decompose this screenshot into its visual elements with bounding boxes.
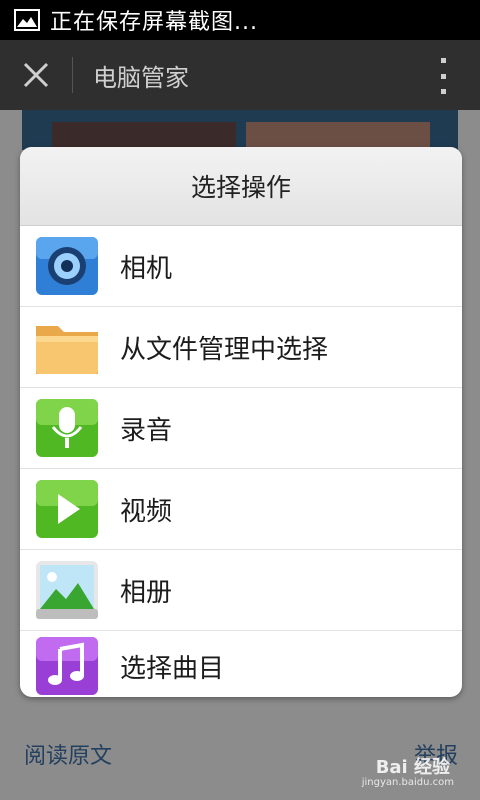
option-choose-track[interactable]: 选择曲目 xyxy=(20,631,462,697)
page-title: 电脑管家 xyxy=(93,63,189,92)
option-video[interactable]: 视频 xyxy=(20,469,462,550)
article-footer: 阅读原文 举报 Bai 经验 jingyan.baidu.com xyxy=(0,715,480,800)
option-camera[interactable]: 相机 xyxy=(20,226,462,307)
gallery-icon xyxy=(36,561,98,619)
choose-action-dialog: 选择操作 相机 从文件管理中选择 录音 视频 相册 选择曲目 xyxy=(20,147,462,697)
music-note-icon xyxy=(36,637,98,695)
option-label: 视频 xyxy=(120,496,173,527)
camera-icon xyxy=(36,237,98,295)
option-label: 相册 xyxy=(120,577,173,608)
menu-dot-icon xyxy=(440,58,446,63)
menu-dot-icon xyxy=(440,89,446,94)
close-icon xyxy=(23,62,49,88)
baidu-watermark-url: jingyan.baidu.com xyxy=(361,777,454,788)
option-gallery[interactable]: 相册 xyxy=(20,550,462,631)
close-button[interactable] xyxy=(0,40,72,110)
status-bar: 正在保存屏幕截图... xyxy=(0,0,480,40)
option-label: 选择曲目 xyxy=(120,653,225,684)
option-list: 相机 从文件管理中选择 录音 视频 相册 选择曲目 xyxy=(20,226,462,697)
header-divider xyxy=(72,57,73,93)
screenshot-image-icon xyxy=(14,9,40,31)
option-record-audio[interactable]: 录音 xyxy=(20,388,462,469)
menu-dot-icon xyxy=(440,73,446,79)
status-text: 正在保存屏幕截图... xyxy=(50,10,258,35)
option-file-manager[interactable]: 从文件管理中选择 xyxy=(20,307,462,388)
read-original-link[interactable]: 阅读原文 xyxy=(24,738,112,770)
dialog-title: 选择操作 xyxy=(190,173,291,202)
video-play-icon xyxy=(36,480,98,538)
folder-icon xyxy=(36,326,98,374)
option-label: 相机 xyxy=(120,253,173,284)
option-label: 从文件管理中选择 xyxy=(120,334,329,365)
baidu-watermark: Bai 经验 xyxy=(375,757,450,778)
microphone-icon xyxy=(36,399,98,457)
dialog-header: 选择操作 xyxy=(20,147,462,226)
option-label: 录音 xyxy=(120,415,173,446)
app-header: 电脑管家 xyxy=(0,40,480,110)
overflow-menu-button[interactable] xyxy=(436,58,450,94)
